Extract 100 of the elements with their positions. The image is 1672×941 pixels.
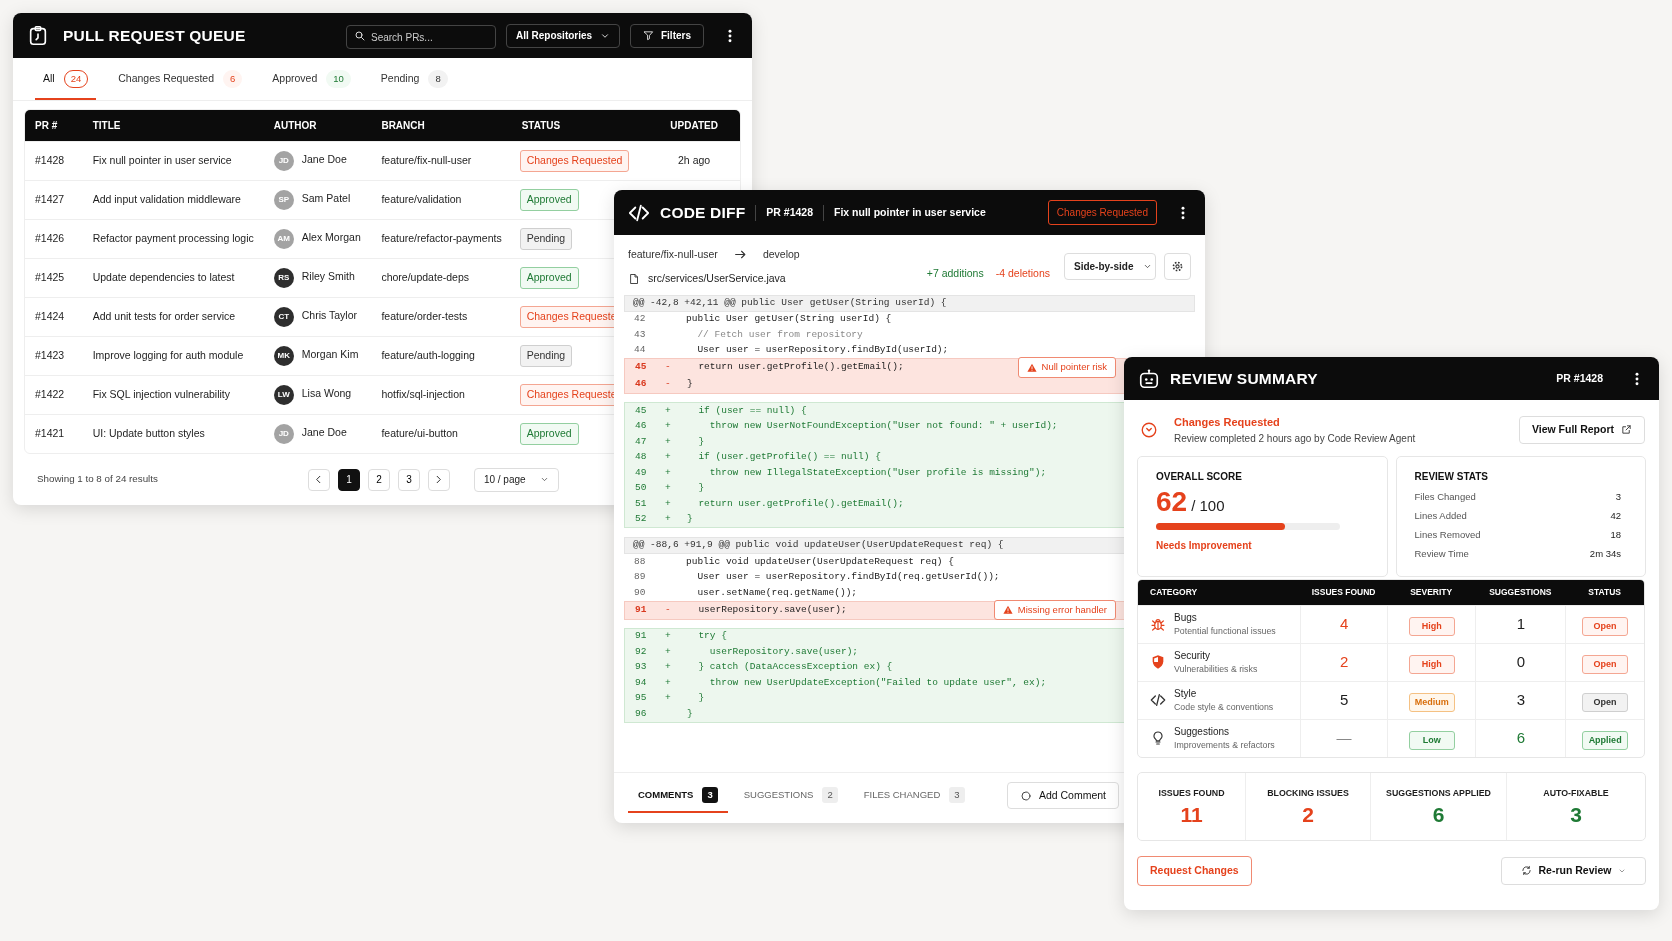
warning-icon [1026,362,1037,373]
page-button[interactable]: 2 [367,468,390,491]
stat-label: Lines Removed [1414,527,1481,542]
pr-number: PR #1428 [1556,370,1603,386]
clipboard-icon [27,24,49,47]
category-name: Security [1174,648,1212,663]
column-header: SEVERITY [1386,579,1476,605]
line-number: 45 [634,360,648,375]
note-text: Null pointer risk [1041,360,1107,375]
table-cell: feature/refactor-payments [371,219,512,259]
author-name: Jane Doe [301,426,347,439]
status-badge: Approved [519,423,579,446]
diff-tab[interactable]: COMMENTS 3 [628,778,728,813]
count-badge: 6 [223,70,243,89]
column-header: SUGGESTIONS [1475,579,1566,605]
table-cell: Add input validation middleware [82,180,264,220]
category-description: Potential functional issues [1174,624,1276,638]
refresh-icon [1520,865,1532,876]
request-changes-button[interactable]: Request Changes [1137,855,1252,886]
line-number: 46 [634,377,648,392]
settings-button[interactable] [1164,253,1191,281]
suggestion-count: 1 [1475,604,1566,643]
filter-tab[interactable]: Changes Requested 6 [110,58,251,101]
diff-sign: - [665,361,671,373]
code-line: throw new UserNotFoundException("User not found: " + userId); [708,419,1058,434]
total-value: 2 [1302,804,1314,826]
view-mode-dropdown[interactable]: Side-by-side [1064,253,1156,281]
table-cell: 2h ago [648,141,740,181]
page-button[interactable]: 3 [397,468,420,491]
line-number: 47 [634,434,648,449]
robot-icon [1138,367,1160,390]
source-branch: feature/fix-null-user [628,247,718,262]
add-comment-button[interactable]: Add Comment [1006,782,1119,810]
line-number: 92 [634,644,648,659]
code-line: } [687,706,693,721]
target-branch: develop [762,247,800,262]
issue-count: 2 [1300,642,1387,681]
suggestion-count: 3 [1475,680,1566,719]
code-line: userRepository.save(user); [697,602,847,617]
status-badge: Pending [519,228,573,251]
file-path: src/services/UserService.java [648,270,786,286]
line-number: 91 [634,602,648,617]
search-icon [354,29,366,42]
diff-sign: - [665,603,671,615]
line-number: 43 [633,327,647,342]
code-line: User user = userRepository.findById(userId); [696,343,949,358]
total-label: SUGGESTIONS APPLIED [1386,786,1491,800]
filter-tab[interactable]: Approved 10 [264,58,359,101]
rerun-review-button[interactable]: Re-run Review [1501,856,1646,885]
code-line: } [687,377,693,392]
diff-tab[interactable]: SUGGESTIONS 2 [733,778,848,813]
code-line: return user.getProfile().getEmail(); [697,360,904,375]
avatar: MK [273,346,294,367]
line-number: 50 [634,481,648,496]
status-badge: Open [1582,654,1629,675]
view-report-button[interactable]: View Full Report [1518,415,1645,444]
status-badge: Changes Requested [519,150,630,173]
diff-sign: + [665,661,671,673]
search-field[interactable]: Search PRs... [346,25,496,49]
code-line: throw new IllegalStateException("User profile is missing"); [708,465,1047,480]
stat-value: 2m 34s [1589,546,1621,561]
deletions-count: -4 deletions [995,265,1050,281]
avatar: AM [273,229,294,250]
diff-sign: + [665,630,671,642]
diff-tab[interactable]: FILES CHANGED 3 [853,778,975,813]
category-description: Code style & conventions [1174,700,1274,714]
diff-sign: + [665,466,671,478]
filter-tab[interactable]: All 24 [35,58,97,101]
stat-label: Files Changed [1414,489,1476,504]
column-header: STATUS [511,110,649,142]
status-badge: Open [1582,616,1629,637]
status-badge: Changes Requested [1047,200,1157,225]
code-line: } [697,434,705,449]
author-name: Sam Patel [301,192,351,205]
avatar: JD [273,151,294,172]
column-header: STATUS [1565,579,1644,605]
diff-sign: - [665,378,671,390]
filter-tab[interactable]: Pending 8 [372,58,456,101]
page-button[interactable]: 1 [337,468,360,491]
table-cell: feature/validation [371,180,512,220]
stat-value: 18 [1610,527,1621,542]
code-line: userRepository.save(user); [708,644,859,659]
page-size-dropdown[interactable]: 10 / page [473,467,559,492]
review-status: Changes Requested [1174,415,1281,430]
author-name: Lisa Wong [301,387,352,400]
filters-button[interactable]: Filters [630,23,704,48]
column-header: PR # [25,110,83,142]
repository-dropdown[interactable]: All Repositories [506,23,620,48]
author-name: Riley Smith [301,270,355,283]
total-value: 11 [1180,804,1203,826]
status-badge: Approved [519,267,579,290]
author-name: Jane Doe [301,153,347,166]
count-badge: 24 [63,70,89,89]
code-line: public void updateUser(UserUpdateRequest req) { [686,554,954,569]
status-badge: Applied [1582,730,1629,751]
line-number: 45 [634,403,648,418]
stat-label: Review Time [1414,546,1469,561]
line-number: 49 [634,465,648,480]
diff-sign: + [665,676,671,688]
circle-chevron-icon [1140,420,1158,439]
